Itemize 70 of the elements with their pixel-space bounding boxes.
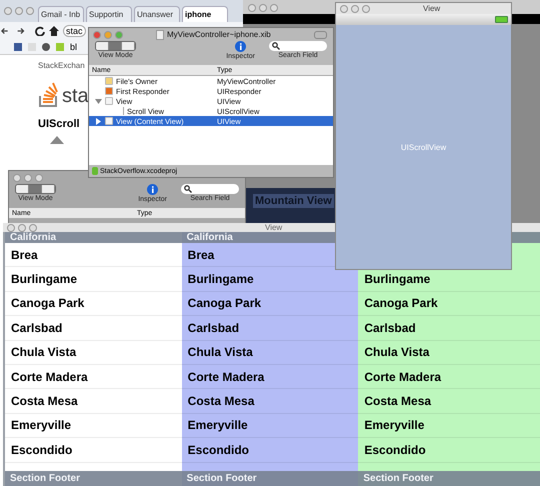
city-name[interactable]: Burlingame xyxy=(188,272,254,286)
city-name[interactable]: Canoga Park xyxy=(188,296,262,310)
city-name[interactable]: Costa Mesa xyxy=(364,394,432,408)
view-mode-control[interactable] xyxy=(15,184,56,194)
bookmark-link[interactable]: bl xyxy=(70,42,78,52)
view-mode-control[interactable] xyxy=(95,41,136,51)
browser-tab[interactable]: Unanswer xyxy=(134,6,180,22)
reload-icon[interactable] xyxy=(35,26,45,36)
site-header-link[interactable]: StackExchan xyxy=(38,61,85,70)
city-name[interactable]: Corte Madera xyxy=(188,370,264,384)
zoom-icon[interactable] xyxy=(115,30,123,38)
view-object-icon xyxy=(105,117,113,125)
city-name[interactable]: Chula Vista xyxy=(364,345,430,360)
browser-tab[interactable]: Supportin xyxy=(86,6,132,22)
map-title: Mountain View xyxy=(253,194,334,208)
city-name[interactable]: Emeryville xyxy=(188,418,248,432)
city-name[interactable]: Brea xyxy=(188,248,214,262)
upvote-icon[interactable] xyxy=(50,136,64,144)
disclosure-right-icon[interactable] xyxy=(95,118,102,124)
info-icon[interactable] xyxy=(147,184,158,195)
project-icon xyxy=(92,167,98,175)
document-icon xyxy=(156,30,164,40)
responder-cube-icon xyxy=(105,87,113,95)
logo-text: sta xyxy=(62,85,89,108)
owner-cube-icon xyxy=(105,77,113,85)
view-object-icon xyxy=(105,97,113,105)
battery-icon xyxy=(495,16,508,23)
city-name[interactable]: Escondido xyxy=(188,442,250,457)
city-name[interactable]: Costa Mesa xyxy=(11,394,78,408)
minimize-icon[interactable] xyxy=(104,30,112,38)
scroll-view-label: UIScrollView xyxy=(400,142,446,152)
city-name[interactable]: Canoga Park xyxy=(364,296,438,310)
city-name[interactable]: Canoga Park xyxy=(11,296,84,310)
info-icon[interactable] xyxy=(235,41,246,52)
city-name[interactable]: Costa Mesa xyxy=(188,394,254,408)
city-name[interactable]: Carlsbad xyxy=(364,320,416,335)
city-name[interactable]: Emeryville xyxy=(364,418,424,432)
toolbar-toggle-icon[interactable] xyxy=(314,31,327,39)
logo-icon xyxy=(38,82,60,108)
address-field[interactable]: stac xyxy=(63,25,86,37)
home-icon[interactable] xyxy=(49,26,59,36)
browser-tab[interactable]: Gmail - Inb xyxy=(38,6,84,22)
window-title: View xyxy=(265,223,282,232)
search-icon xyxy=(184,185,192,193)
search-field[interactable] xyxy=(269,41,327,51)
city-name[interactable]: Corte Madera xyxy=(364,370,442,384)
city-name[interactable]: Chula Vista xyxy=(188,345,253,360)
city-name[interactable]: Chula Vista xyxy=(11,345,76,360)
search-icon xyxy=(272,42,280,50)
disclosure-down-icon[interactable] xyxy=(95,98,102,104)
section-footer: Section Footer xyxy=(5,471,182,486)
close-icon[interactable] xyxy=(93,30,101,38)
section-footer: Section Footer xyxy=(182,471,358,486)
window-title: View xyxy=(423,4,440,13)
browser-tab[interactable]: iphone xyxy=(182,6,228,22)
city-name[interactable]: Carlsbad xyxy=(11,320,62,335)
city-name[interactable]: Burlingame xyxy=(11,272,78,286)
city-name[interactable]: Corte Madera xyxy=(11,370,88,384)
window-title: MyViewController~iphone.xib xyxy=(167,30,271,39)
city-name[interactable]: Escondido xyxy=(364,442,426,457)
search-field[interactable] xyxy=(181,184,239,194)
city-name[interactable]: Emeryville xyxy=(11,418,72,432)
section-footer: Section Footer xyxy=(358,471,540,486)
city-name[interactable]: Burlingame xyxy=(364,272,430,286)
section-header: California xyxy=(5,232,182,243)
city-name[interactable]: Escondido xyxy=(11,442,72,457)
city-name[interactable]: Brea xyxy=(11,248,38,262)
city-name[interactable]: Carlsbad xyxy=(188,320,240,335)
scroll-view-icon xyxy=(123,107,124,115)
question-title[interactable]: UIScroll xyxy=(38,118,80,130)
